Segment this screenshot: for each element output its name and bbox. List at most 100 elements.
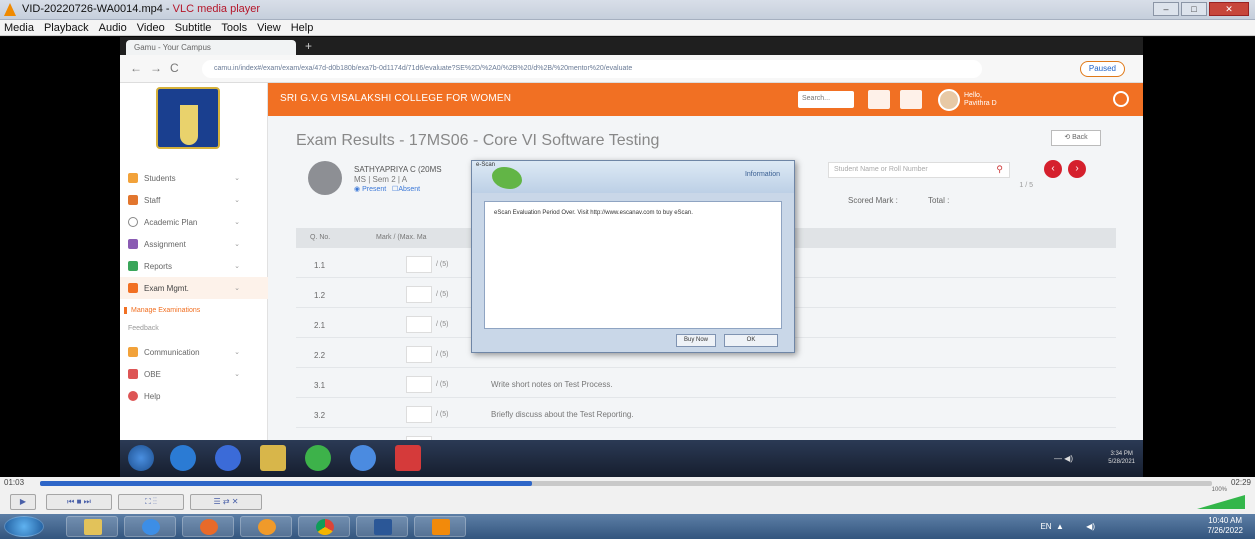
dialog-message: eScan Evaluation Period Over. Visit http… [484, 201, 782, 329]
minimize-button[interactable]: – [1153, 2, 1179, 16]
next-student-button[interactable]: › [1068, 160, 1086, 178]
ie-task[interactable] [124, 516, 176, 537]
menu-view[interactable]: View [257, 22, 281, 34]
address-bar[interactable]: camu.in/index#/exam/exam/exa/47d-d0b180b… [202, 60, 982, 78]
mark-input[interactable] [406, 346, 432, 363]
sidebar-sub-feedback[interactable]: Feedback [128, 325, 159, 332]
sidebar-item-staff[interactable]: Staff ⌄ [120, 189, 268, 211]
volume-level: 100% [1211, 487, 1227, 493]
user-menu[interactable]: Hello, Pavithra D [938, 87, 1030, 112]
close-button[interactable]: ✕ [1209, 2, 1249, 16]
office-task[interactable] [182, 516, 234, 537]
chrome-task[interactable] [298, 516, 350, 537]
present-label: Present [362, 186, 387, 193]
apps-icon[interactable] [868, 90, 890, 109]
max-mark: / (5) [436, 351, 449, 358]
loop-shuffle-buttons[interactable]: ☰ ⇄ ✕ [190, 494, 262, 510]
user-greeting: Hello, [964, 91, 982, 99]
system-clock[interactable]: 10:40 AM 7/26/2022 [1207, 516, 1243, 536]
back-label: Back [1072, 134, 1088, 141]
vlc-title-bar: VID-20220726-WA0014.mp4 - VLC media play… [0, 0, 1255, 20]
lang-label: EN [1040, 522, 1052, 531]
word-task[interactable] [356, 516, 408, 537]
help-icon [128, 391, 138, 401]
sidebar-item-assignment[interactable]: Assignment ⌄ [120, 233, 268, 255]
buy-now-button[interactable]: Buy Now [676, 334, 716, 347]
language-indicator[interactable]: EN ▲ ◀) [1040, 522, 1095, 531]
sidebar-label: Academic Plan [144, 217, 198, 227]
student-name: SATHYAPRIYA C (20MS [354, 165, 442, 174]
menu-tools[interactable]: Tools [221, 22, 247, 34]
volume-slider[interactable]: 100% [1195, 487, 1245, 509]
sidebar-item-reports[interactable]: Reports ⌄ [120, 255, 268, 277]
fullscreen-playlist-buttons[interactable]: ⛶ ⋮⋮ [118, 494, 184, 510]
explorer-task[interactable] [66, 516, 118, 537]
sidebar-item-obe[interactable]: OBE ⌄ [120, 363, 268, 385]
clock-date: 7/26/2022 [1207, 526, 1243, 535]
question-number: 3.2 [314, 411, 326, 420]
sidebar-item-help[interactable]: Help [120, 385, 268, 407]
student-search-placeholder: Student Name or Roll Number [834, 166, 928, 173]
max-mark: / (5) [436, 291, 449, 298]
sidebar-sub-manage-examinations[interactable]: Manage Examinations [124, 307, 200, 314]
clock-icon [128, 217, 138, 227]
nav-arrows-icon[interactable]: ←→C [130, 61, 187, 75]
chevron-down-icon: ⌄ [234, 263, 240, 270]
students-icon [128, 173, 138, 183]
menu-audio[interactable]: Audio [99, 22, 127, 34]
mark-input[interactable] [406, 406, 432, 423]
ok-button[interactable]: OK [724, 334, 778, 347]
dialog-header: e-Scan Information [472, 161, 794, 193]
col-mark: Mark / (Max. Ma [376, 234, 427, 241]
back-button[interactable]: ⟲ Back [1051, 130, 1101, 146]
student-search-input[interactable]: Student Name or Roll Number ⚲ [828, 162, 1010, 178]
sidebar-item-academic-plan[interactable]: Academic Plan ⌄ [120, 211, 268, 233]
page-indicator: 1 / 5 [1019, 182, 1033, 189]
mark-input[interactable] [406, 286, 432, 303]
attendance-radios[interactable]: ◉ Present ☐Absent [354, 185, 420, 193]
mail-icon[interactable] [900, 90, 922, 109]
prev-student-button[interactable]: ‹ [1044, 160, 1062, 178]
staff-icon [128, 195, 138, 205]
vlc-task[interactable] [414, 516, 466, 537]
menu-playback[interactable]: Playback [44, 22, 89, 34]
menu-subtitle[interactable]: Subtitle [175, 22, 212, 34]
absent-label: Absent [398, 186, 421, 193]
paused-badge[interactable]: Paused [1079, 61, 1125, 77]
sidebar-item-students[interactable]: Students ⌄ [120, 167, 268, 189]
prev-stop-next-buttons[interactable]: ⏮ ■ ⏭ [46, 494, 112, 510]
firefox-task[interactable] [240, 516, 292, 537]
menu-help[interactable]: Help [291, 22, 314, 34]
mark-input[interactable] [406, 256, 432, 273]
power-icon[interactable] [1113, 91, 1129, 107]
search-icon[interactable]: ⚲ [996, 164, 1003, 175]
start-orb-icon [128, 445, 154, 471]
sidebar-label: OBE [144, 369, 161, 379]
start-button[interactable] [4, 516, 44, 537]
header-search[interactable]: Search... [798, 91, 854, 108]
video-taskbar: — ◀) 3:34 PM 5/28/2021 [120, 440, 1143, 477]
redcross-icon [395, 445, 421, 471]
seek-bar[interactable] [40, 481, 1212, 486]
page-title: Exam Results - 17MS06 - Core VI Software… [296, 132, 660, 149]
mark-input[interactable] [406, 376, 432, 393]
chrome-icon [316, 519, 334, 535]
office-icon [200, 519, 218, 535]
browser-tab[interactable]: Gamu - Your Campus [126, 40, 296, 55]
maximize-button[interactable]: □ [1181, 2, 1207, 16]
play-button[interactable]: ▶ [10, 494, 36, 510]
mark-input[interactable] [406, 316, 432, 333]
chevron-down-icon: ⌄ [234, 197, 240, 204]
sidebar-item-exam-mgmt[interactable]: Exam Mgmt. ⌄ [120, 277, 268, 299]
user-label: Hello, Pavithra D [964, 92, 997, 108]
escan-logo-icon [492, 167, 522, 189]
sidebar-item-communication[interactable]: Communication ⌄ [120, 341, 268, 363]
chevron-down-icon: ⌄ [234, 219, 240, 226]
menu-video[interactable]: Video [137, 22, 165, 34]
assignment-icon [128, 239, 138, 249]
duration: 02:29 [1230, 478, 1251, 487]
menu-media[interactable]: Media [4, 22, 34, 34]
new-tab-icon[interactable]: + [305, 39, 312, 53]
max-mark: / (5) [436, 411, 449, 418]
max-mark: / (5) [436, 321, 449, 328]
